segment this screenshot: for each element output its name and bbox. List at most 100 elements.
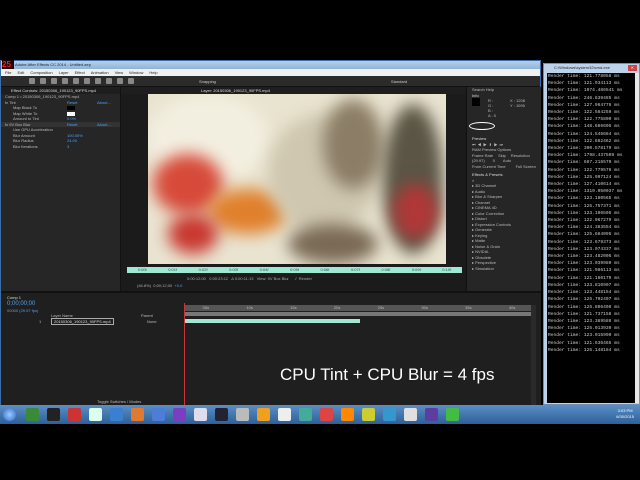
taskbar-apps — [26, 408, 459, 421]
menu-window[interactable]: Window — [129, 69, 143, 76]
current-time[interactable]: 0;00;12;00 — [153, 283, 172, 288]
console-line: Render time: 123.015990 ms — [548, 332, 635, 339]
effect-property-row[interactable]: Blur Iterations 3 — [1, 144, 120, 150]
time-ruler[interactable]: 05s 10s 15s 20s 25s 30s 35s 40s — [184, 305, 534, 311]
from-current-time-checkbox[interactable]: From Current Time — [472, 164, 506, 170]
taskbar-app-icon[interactable] — [68, 408, 81, 421]
pan-tool-icon[interactable] — [84, 78, 90, 84]
taskbar-app-icon[interactable] — [299, 408, 312, 421]
work-area-bar[interactable] — [184, 312, 534, 316]
effect-controls-tab[interactable]: Effect Controls: 20150306_190123_90FPS.m… — [1, 87, 120, 94]
taskbar-app-icon[interactable] — [425, 408, 438, 421]
property-value[interactable] — [67, 111, 75, 116]
line-label: Render time: — [548, 290, 582, 296]
menu-help[interactable]: Help — [149, 69, 157, 76]
hand-tool-icon[interactable] — [40, 78, 46, 84]
close-icon[interactable]: ✕ — [627, 65, 637, 71]
snapping-toggle[interactable]: Snapping — [199, 79, 216, 84]
layer-time-ruler[interactable]: 0:00f 0:01f 0:02f 0:03f 0:04f 0:05f 0:06f 0:07f… — [127, 267, 462, 273]
about-link[interactable]: About... — [97, 100, 111, 106]
taskbar-app-icon[interactable] — [26, 408, 39, 421]
render-time-value: 125.684095 — [583, 232, 612, 238]
menu-edit[interactable]: Edit — [17, 69, 24, 76]
taskbar-app-icon[interactable] — [236, 408, 249, 421]
comp-tab[interactable]: Comp 1 — [7, 295, 21, 300]
console-line: Render time: 125.684095 ms — [548, 231, 635, 238]
line-label: Render time: — [548, 254, 582, 260]
property-value[interactable]: 3 — [67, 144, 97, 150]
line-label: Render time: — [548, 102, 582, 108]
timeline-scrollbar[interactable] — [531, 305, 536, 405]
menu-animation[interactable]: Animation — [91, 69, 109, 76]
taskbar-app-icon[interactable] — [194, 408, 207, 421]
about-link[interactable]: About... — [97, 122, 111, 128]
taskbar-app-icon[interactable] — [173, 408, 186, 421]
workspace-select[interactable]: Standard — [391, 79, 407, 84]
render-time-value: 123.015990 — [583, 333, 612, 339]
taskbar-app-icon[interactable] — [320, 408, 333, 421]
coordinate-value: Y : 1095 — [510, 103, 525, 108]
render-checkbox[interactable]: ✓ Render — [294, 276, 312, 281]
taskbar-app-icon[interactable] — [110, 408, 123, 421]
menu-composition[interactable]: Composition — [30, 69, 52, 76]
category-label: Simulation — [475, 265, 494, 271]
text-tool-icon[interactable] — [117, 78, 123, 84]
category-label: Distort — [475, 216, 487, 221]
zoom-select[interactable]: (46.8%) — [137, 283, 151, 288]
taskbar-app-icon[interactable] — [362, 408, 375, 421]
pen-tool-icon[interactable] — [106, 78, 112, 84]
clock[interactable]: 3:03 PM 6/30/2015 — [616, 408, 634, 420]
full-screen-checkbox[interactable]: Full Screen — [516, 164, 536, 170]
menu-effect[interactable]: Effect — [75, 69, 85, 76]
taskbar-app-icon[interactable] — [383, 408, 396, 421]
layer-name[interactable]: 20150306_190123_90FPS.mp4 — [51, 318, 114, 325]
taskbar-app-icon[interactable] — [446, 408, 459, 421]
taskbar-app-icon[interactable] — [152, 408, 165, 421]
toggle-switches-modes[interactable]: Toggle Switches / Modes — [97, 399, 141, 404]
ruler-tick-label: 0:01f — [168, 267, 178, 272]
console-scrollbar[interactable] — [635, 73, 639, 403]
console-line: Render time: 123.074337 ms — [548, 246, 635, 253]
console-line: Render time: 123.106505 ms — [548, 210, 635, 217]
taskbar-app-icon[interactable] — [404, 408, 417, 421]
layer-tab[interactable]: Layer: 20150306_190123_90FPS.mp4 — [121, 87, 466, 94]
unit: ms — [614, 110, 620, 116]
taskbar-app-icon[interactable] — [278, 408, 291, 421]
console-line: Render time: 1310.050037 ms — [548, 188, 635, 195]
line-label: Render time: — [548, 174, 582, 180]
taskbar-app-icon[interactable] — [47, 408, 60, 421]
taskbar-app-icon[interactable] — [257, 408, 270, 421]
zoom-tool-icon[interactable] — [51, 78, 57, 84]
camera-tool-icon[interactable] — [73, 78, 79, 84]
property-value[interactable] — [67, 106, 75, 110]
ae-logo: 25 — [2, 60, 14, 69]
rotate-tool-icon[interactable] — [62, 78, 68, 84]
exposure-offset[interactable]: +0.0 — [174, 283, 182, 288]
selection-tool-icon[interactable] — [29, 78, 35, 84]
render-time-value: 125.806408 — [583, 304, 612, 310]
layer-duration-bar[interactable] — [185, 319, 360, 323]
render-time-value: 1310.050037 — [583, 189, 615, 195]
effect-category[interactable]: ▸ Simulation — [467, 266, 541, 272]
taskbar-app-icon[interactable] — [215, 408, 228, 421]
menu-view[interactable]: View — [115, 69, 124, 76]
parent-select[interactable]: None — [147, 319, 157, 324]
taskbar-app-icon[interactable] — [89, 408, 102, 421]
timecode[interactable]: 0;00;00;00 — [7, 301, 35, 307]
menu-layer[interactable]: Layer — [59, 69, 69, 76]
taskbar-app-icon[interactable] — [341, 408, 354, 421]
console-line: Render time: 124.546684 ms — [548, 131, 635, 138]
console-line: Render time: 125.757371 ms — [548, 203, 635, 210]
line-label: Render time: — [548, 167, 582, 173]
effects-categories: ▸ 3D Channel ▸ Audio ▸ Blur & Sharpen ▸ Cha… — [467, 183, 541, 271]
unit: ms — [614, 102, 620, 108]
current-time-indicator[interactable] — [184, 303, 185, 407]
effect-controls-panel: Effect Controls: 20150306_190123_90FPS.m… — [1, 87, 121, 291]
property-value[interactable]: Reset — [67, 100, 97, 106]
start-button[interactable] — [3, 408, 16, 421]
brush-tool-icon[interactable] — [128, 78, 134, 84]
mask-tool-icon[interactable] — [95, 78, 101, 84]
menu-file[interactable]: File — [5, 69, 11, 76]
taskbar-app-icon[interactable] — [131, 408, 144, 421]
view-select[interactable]: 9V Box Blur — [268, 276, 289, 281]
